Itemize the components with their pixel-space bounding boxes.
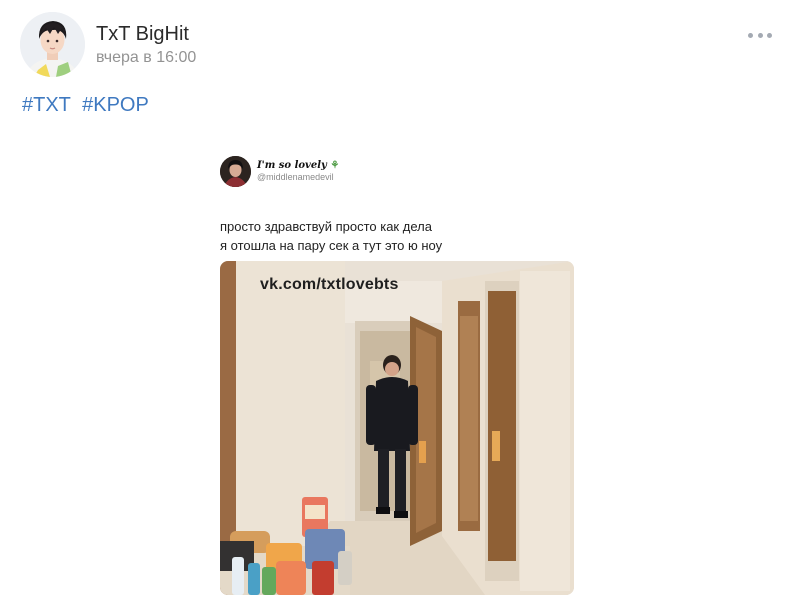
tweet-text: просто здравствуй просто как дела я отош…	[220, 217, 576, 255]
post-time[interactable]: вчера в 16:00	[96, 48, 196, 68]
tweet-screenshot[interactable]: I'm so lovely ⚘ @middlenamedevil просто …	[220, 156, 576, 595]
tweet-display-name: I'm so lovely ⚘	[257, 160, 340, 171]
post-hashtags: #TXT #KPOP	[22, 93, 149, 117]
post-header: TxT BigHit вчера в 16:00	[20, 12, 196, 77]
author-avatar[interactable]	[20, 12, 85, 77]
tweet-line: просто здравствуй просто как дела	[220, 219, 432, 234]
tweet-avatar-image	[220, 156, 251, 187]
menu-dot	[748, 32, 753, 38]
tweet-avatar	[220, 156, 251, 187]
author-name[interactable]: TxT BigHit	[96, 22, 196, 46]
tweet-handle: @middlenamedevil	[257, 172, 334, 182]
photo-scene	[220, 261, 574, 595]
hashtag-link[interactable]: #TXT	[22, 94, 71, 116]
author-block: TxT BigHit вчера в 16:00	[96, 22, 196, 68]
more-horizontal-icon[interactable]	[748, 30, 772, 40]
tweet-names: I'm so lovely ⚘ @middlenamedevil	[257, 160, 339, 183]
menu-dot	[757, 32, 763, 38]
avatar-image	[20, 12, 85, 77]
tweet-header: I'm so lovely ⚘ @middlenamedevil	[220, 156, 576, 187]
hashtag-link[interactable]: #KPOP	[82, 94, 149, 116]
plant-emoji-icon: ⚘	[330, 160, 340, 171]
tweet-line: я отошла на пару сек а тут это ю ноу	[220, 238, 443, 253]
menu-dot	[767, 32, 772, 38]
photo-watermark: vk.com/txtlovebts	[260, 276, 399, 293]
tweet-photo[interactable]: vk.com/txtlovebts	[220, 261, 574, 595]
